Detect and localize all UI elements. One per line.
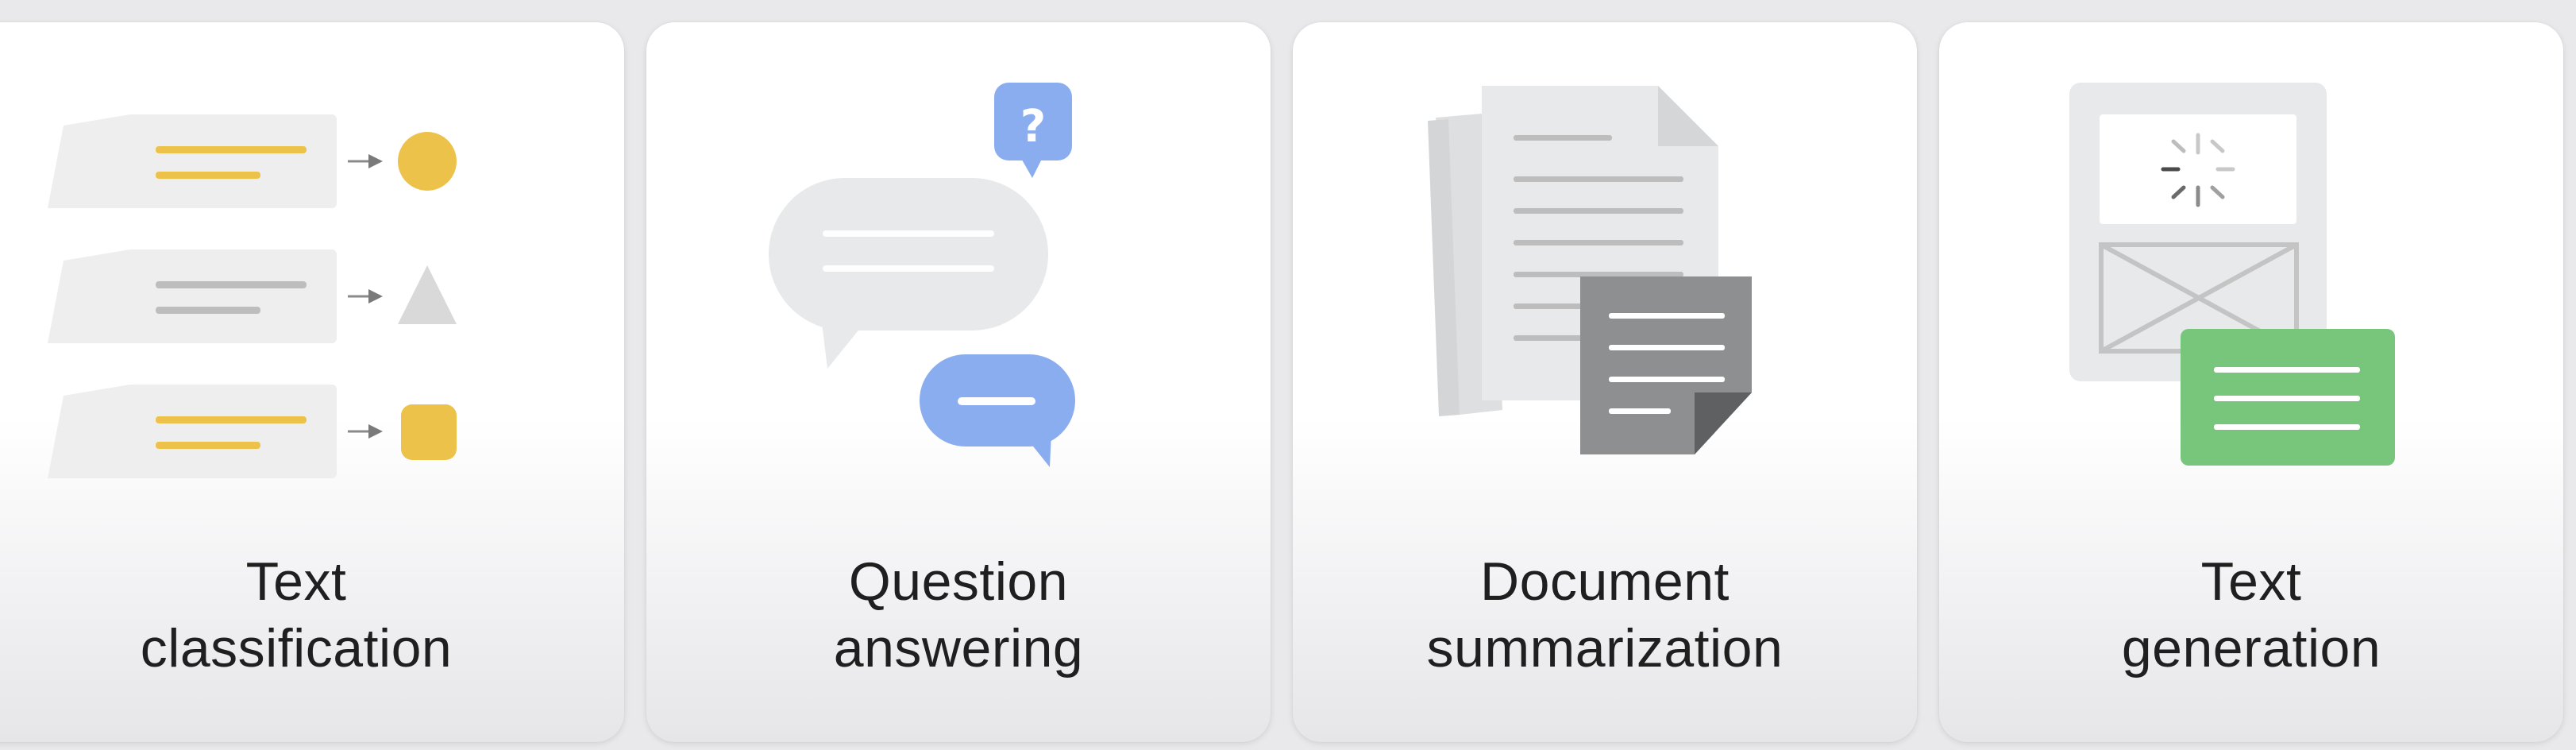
text-generation-card[interactable]: Text generation xyxy=(1939,22,2563,742)
card-label-line2: answering xyxy=(833,618,1084,678)
card-label-line2: generation xyxy=(2121,618,2381,678)
card-label-line2: classification xyxy=(140,618,453,678)
card-label-line1: Text xyxy=(245,551,347,612)
text-classification-icon xyxy=(48,114,457,478)
question-answering-card[interactable]: ? Question answering xyxy=(646,22,1271,742)
document-summarization-card[interactable]: Document summarization xyxy=(1293,22,1917,742)
text-classification-card[interactable]: Text classification xyxy=(0,22,624,742)
document-summarization-icon xyxy=(1428,86,1752,454)
text-generation-icon xyxy=(2069,83,2395,466)
card-label-line1: Text xyxy=(2200,551,2302,612)
card-label-line1: Question xyxy=(848,551,1069,612)
card-label: Document summarization xyxy=(1293,548,1917,682)
card-label: Question answering xyxy=(646,548,1271,682)
question-answering-icon: ? xyxy=(769,83,1075,467)
card-label-line2: summarization xyxy=(1426,618,1784,678)
task-cards-row: Text classification ? Question answering xyxy=(0,0,2576,750)
card-label: Text classification xyxy=(0,548,624,682)
card-label: Text generation xyxy=(1939,548,2563,682)
question-badge-text: ? xyxy=(1020,101,1046,153)
card-label-line1: Document xyxy=(1480,551,1730,612)
